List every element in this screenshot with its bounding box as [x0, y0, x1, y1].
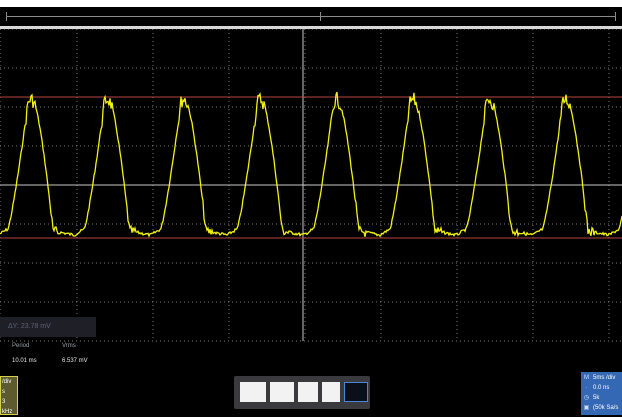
horizontal-delay-row[interactable]: · 0.0 ns: [581, 383, 622, 393]
channel1-bandwidth: 3 kHz: [2, 399, 13, 415]
channel1-offset: s: [2, 389, 5, 395]
thumbnail-view-2[interactable]: [270, 382, 294, 402]
view-thumbnails: [234, 376, 370, 409]
horizontal-scale-row[interactable]: M 5ms /div: [581, 373, 622, 383]
overview-left-edge: [6, 12, 7, 21]
sample-rate: (50k Sa/s: [593, 405, 619, 411]
horizontal-scale: 5ms /div: [593, 375, 616, 381]
measurement-label: Vrms: [62, 343, 76, 349]
thumbnail-view-1[interactable]: [240, 382, 266, 402]
overview-view-marker: [320, 12, 321, 21]
channel1-badge[interactable]: /div s 3 kHz: [0, 376, 18, 415]
m-icon: M: [584, 375, 589, 381]
horizontal-delay: 0.0 ns: [593, 385, 610, 391]
thumbnail-view-3[interactable]: [298, 382, 318, 402]
thumbnail-view-active[interactable]: [344, 382, 368, 402]
dot-icon: ·: [585, 385, 588, 391]
measurement-label: Period: [12, 343, 30, 349]
sample-rate-row[interactable]: ▣ (50k Sa/s: [581, 403, 622, 413]
top-toolbar: [0, 0, 622, 7]
horizontal-settings-panel[interactable]: M 5ms /div · 0.0 ns ◷ 5k ▣ (50k Sa/s: [581, 372, 622, 415]
waveform-display[interactable]: [0, 29, 622, 342]
sample-icon: ▣: [583, 405, 590, 411]
cursor-delta-text: ΔY: 23.78 mV: [8, 323, 51, 330]
record-length: 5k: [593, 395, 600, 401]
record-overview-bar[interactable]: [0, 7, 622, 27]
measurement-vrms[interactable]: Vrms 6.537 mV: [62, 343, 88, 364]
measurement-period[interactable]: Period 10.01 ms: [12, 343, 37, 364]
ch1-waveform-trace: [0, 91, 622, 238]
clock-icon: ◷: [583, 395, 590, 401]
measurement-value: 10.01 ms: [12, 358, 37, 364]
cursor-delta-readout: ΔY: 23.78 mV: [0, 317, 96, 337]
thumbnail-view-4[interactable]: [322, 382, 340, 402]
overview-right-edge: [615, 12, 616, 21]
overview-track: [6, 16, 616, 17]
channel1-scale: /div: [2, 379, 12, 385]
record-length-row[interactable]: ◷ 5k: [581, 393, 622, 403]
measurement-value: 6.537 mV: [62, 358, 88, 364]
